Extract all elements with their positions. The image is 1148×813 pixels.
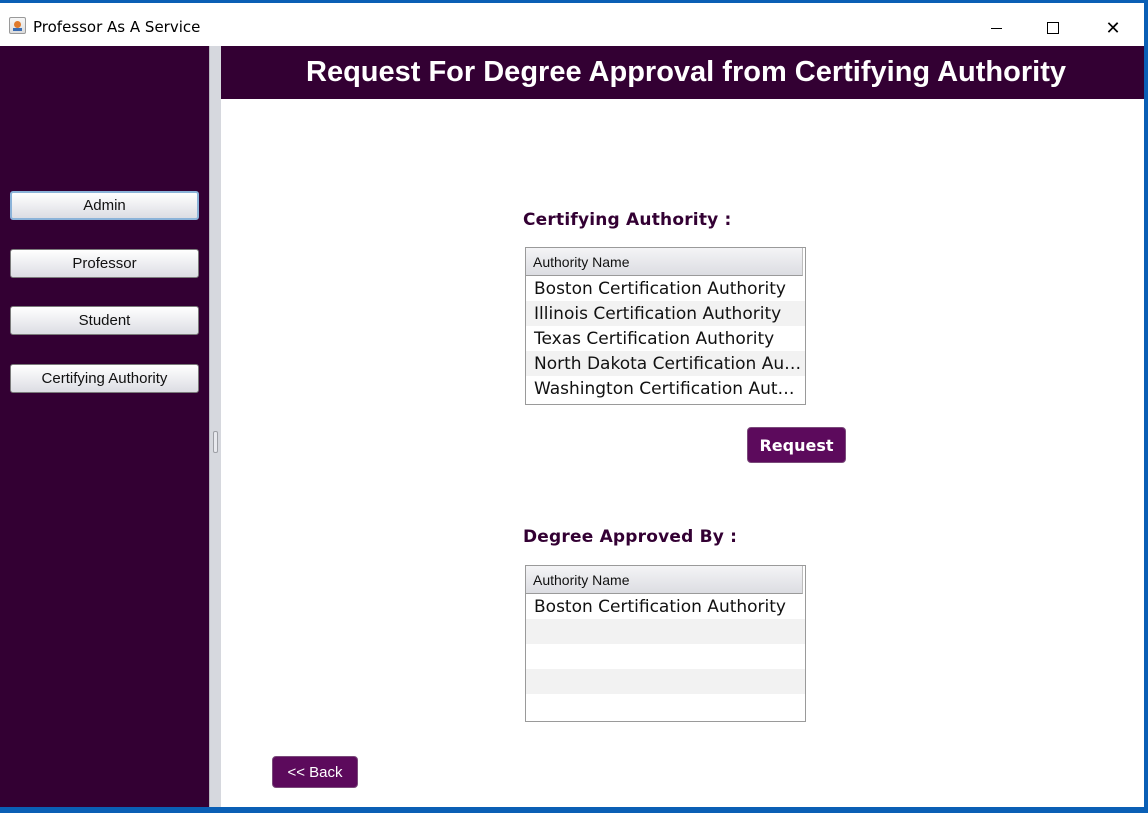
main-content: Certifying Authority : Authority Name Bo… (221, 99, 1144, 810)
table-row[interactable]: Washington Certification Authority (526, 376, 805, 401)
table-row[interactable]: Boston Certification Authority (526, 594, 805, 619)
page-title: Request For Degree Approval from Certify… (306, 56, 1066, 88)
divider-grip-handle[interactable] (213, 431, 218, 453)
table-row[interactable]: Texas Certification Authority (526, 326, 805, 351)
empty-table-row (526, 644, 805, 669)
student-button[interactable]: Student (10, 306, 199, 335)
table-row[interactable]: North Dakota Certification Authority (526, 351, 805, 376)
back-button[interactable]: << Back (272, 756, 358, 788)
empty-table-row (526, 694, 805, 719)
page-header: Request For Degree Approval from Certify… (221, 46, 1144, 99)
request-button[interactable]: Request (747, 427, 846, 463)
maximize-button[interactable] (1024, 9, 1082, 47)
degree-approved-by-label: Degree Approved By : (523, 527, 738, 547)
table-row[interactable]: Boston Certification Authority (526, 276, 805, 301)
professor-button[interactable]: Professor (10, 249, 199, 278)
window-title: Professor As A Service (33, 18, 201, 36)
authority-name-column-header[interactable]: Authority Name (526, 248, 803, 276)
minimize-icon (990, 27, 1002, 29)
certifying-authority-label: Certifying Authority : (523, 210, 732, 230)
desktop-edge (0, 807, 1148, 813)
degree-approved-table[interactable]: Authority Name Boston Certification Auth… (525, 565, 806, 722)
table-row[interactable]: Illinois Certification Authority (526, 301, 805, 326)
certifying-authority-button[interactable]: Certifying Authority (10, 364, 199, 393)
maximize-icon (1047, 22, 1059, 34)
sidebar: Admin Professor Student Certifying Autho… (0, 46, 209, 810)
app-window: Professor As A Service ✕ Admin Professor… (0, 0, 1144, 810)
admin-button[interactable]: Admin (10, 191, 199, 220)
certifying-authority-table[interactable]: Authority Name Boston Certification Auth… (525, 247, 806, 405)
close-button[interactable]: ✕ (1084, 9, 1142, 47)
close-icon: ✕ (1105, 17, 1121, 39)
empty-table-row (526, 669, 805, 694)
java-app-icon (9, 17, 26, 34)
split-pane-divider[interactable] (209, 46, 221, 810)
minimize-button[interactable] (967, 9, 1025, 47)
title-bar[interactable]: Professor As A Service ✕ (0, 6, 1144, 46)
authority-name-column-header[interactable]: Authority Name (526, 566, 803, 594)
empty-table-row (526, 619, 805, 644)
